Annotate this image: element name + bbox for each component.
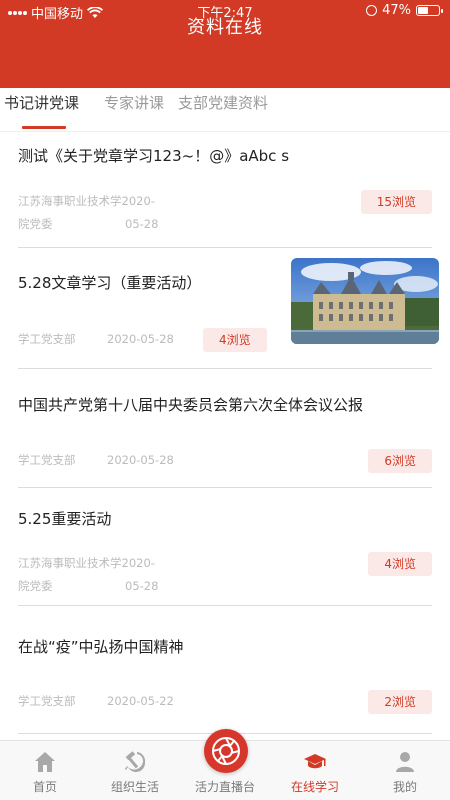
view-count-badge: 15浏览 [360,190,432,214]
nav-label: 我的 [392,780,417,794]
article-title: 测试《关于党章学习123~！@》aAbc s [18,147,290,165]
article-thumbnail[interactable] [291,258,439,344]
article-source: 江苏海事职业技术学2020- [18,556,155,570]
nav-label: 在线学习 [290,780,339,794]
view-count-badge: 6浏览 [368,449,432,473]
nav-home[interactable]: 首页 [0,741,90,800]
category-tabs: 书记讲党课 专家讲课 支部党建资料 [0,88,450,132]
castle-image [291,258,439,344]
article-title: 在战“疫”中弘扬中国精神 [18,638,184,656]
article-item[interactable]: 在战“疫”中弘扬中国精神 学工党支部 2020-05-22 2浏览 [0,606,450,734]
article-item[interactable]: 5.28文章学习（重要活动） 学工党支部 2020-05-28 4浏览 [0,248,450,369]
nav-label: 组织生活 [110,780,159,794]
nav-label: 活力直播台 [194,780,255,794]
article-date: 2020-05-22 [107,694,174,708]
nav-online-learning[interactable]: 在线学习 [270,741,360,800]
article-date: 05-28 [125,217,159,231]
article-source-cont: 院党委 [18,217,53,231]
article-source: 学工党支部 [18,332,76,346]
article-source-cont: 院党委 [18,579,53,593]
article-meta: 学工党支部 2020-05-22 [18,690,198,713]
article-item[interactable]: 中国共产党第十八届中央委员会第六次全体会议公报 学工党支部 2020-05-28… [0,369,450,488]
article-meta: 江苏海事职业技术学2020- 院党委 05-28 [18,552,178,598]
article-item[interactable]: 测试《关于党章学习123~！@》aAbc s 江苏海事职业技术学2020- 院党… [0,133,450,248]
user-icon [396,752,414,772]
article-source: 江苏海事职业技术学2020- [18,194,155,208]
tab-expert-lectures[interactable]: 专家讲课 [104,92,164,113]
home-icon [35,752,55,772]
article-date: 2020-05-28 [107,453,174,467]
app-header: 中国移动 下午2:47 47% 资料在线 [0,0,450,88]
graduation-cap-icon [304,754,326,769]
article-source: 学工党支部 [18,453,76,467]
article-date: 05-28 [125,579,159,593]
nav-mine[interactable]: 我的 [360,741,450,800]
article-date: 2020-05-28 [107,332,174,346]
bottom-nav: 首页 组织生活 活力直播台 在线学习 我的 [0,729,450,800]
party-emblem-icon [125,751,146,772]
tab-branch-materials[interactable]: 支部党建资料 [178,92,268,113]
nav-label: 首页 [32,780,57,794]
tab-secretary-lectures[interactable]: 书记讲党课 [4,92,79,113]
nav-organization-life[interactable]: 组织生活 [90,741,180,800]
view-count-badge: 4浏览 [368,552,432,576]
article-source: 学工党支部 [18,694,76,708]
live-broadcast-button[interactable] [204,729,248,773]
view-count-badge: 2浏览 [368,690,432,714]
article-item[interactable]: 5.25重要活动 江苏海事职业技术学2020- 院党委 05-28 4浏览 [0,488,450,606]
page-title: 资料在线 [187,17,263,38]
article-title: 5.28文章学习（重要活动） [18,274,202,292]
active-tab-indicator [22,126,66,129]
article-title: 中国共产党第十八届中央委员会第六次全体会议公报 [18,396,364,414]
article-meta: 江苏海事职业技术学2020- 院党委 05-28 [18,190,178,236]
camera-aperture-icon [212,737,240,765]
article-title: 5.25重要活动 [18,510,112,528]
article-meta: 学工党支部 2020-05-28 [18,449,198,472]
article-meta: 学工党支部 2020-05-28 [18,328,198,351]
view-count-badge: 4浏览 [203,328,267,352]
